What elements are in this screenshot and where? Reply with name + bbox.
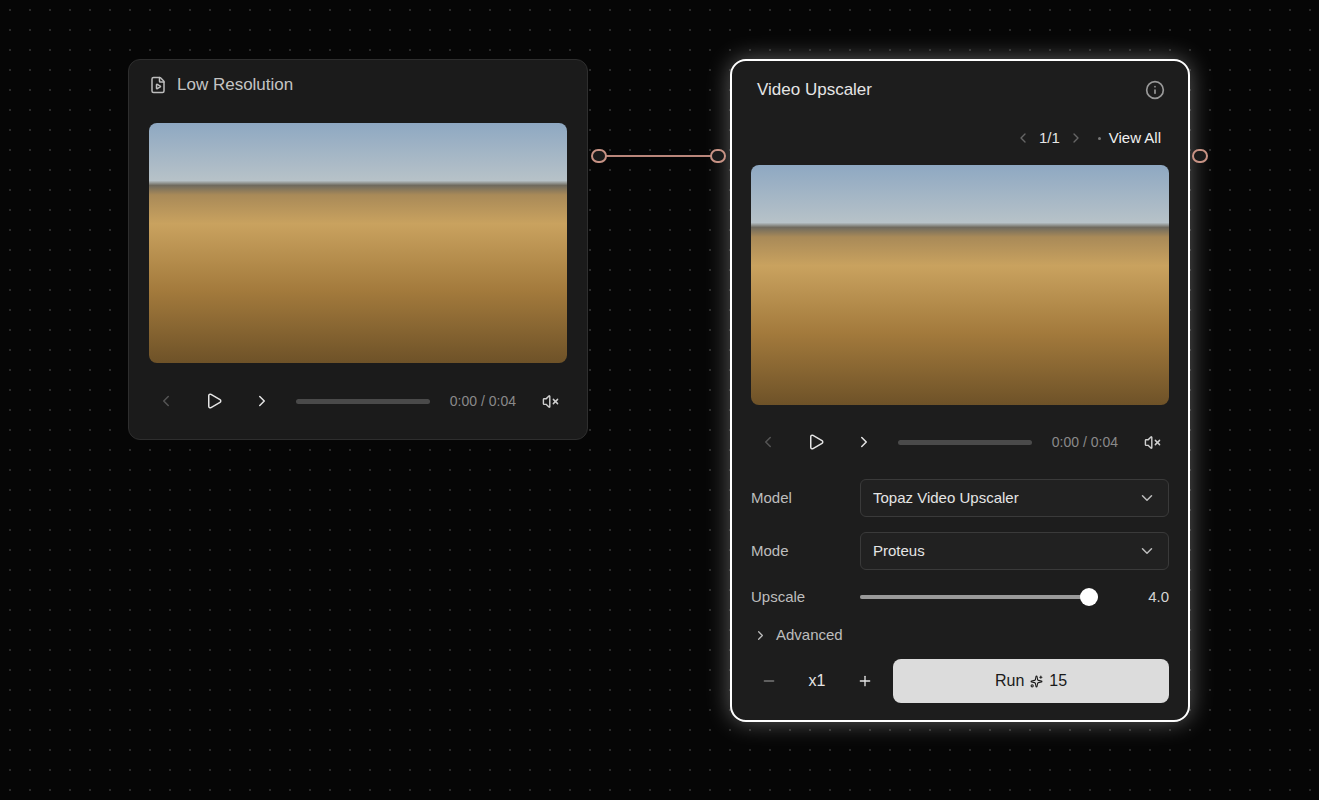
time-readout: 0:00 / 0:04 bbox=[450, 391, 516, 412]
progress-track[interactable] bbox=[296, 399, 430, 404]
node-header: Video Upscaler bbox=[751, 61, 1169, 119]
progress-track[interactable] bbox=[898, 440, 1032, 445]
play-button[interactable] bbox=[200, 387, 228, 415]
run-count: x1 bbox=[809, 669, 826, 693]
mute-button[interactable] bbox=[536, 387, 564, 415]
field-label: Upscale bbox=[751, 586, 860, 609]
connection-handle[interactable] bbox=[710, 149, 726, 163]
mute-button[interactable] bbox=[1138, 428, 1166, 456]
increment-button[interactable] bbox=[855, 671, 875, 691]
view-all-button[interactable]: View All bbox=[1109, 127, 1161, 150]
minus-icon bbox=[761, 673, 777, 689]
node-header: Low Resolution bbox=[129, 60, 587, 110]
slider-reading: 4.0 bbox=[1098, 586, 1169, 609]
run-bar: x1 Run 15 bbox=[751, 659, 1169, 703]
chevron-right-icon bbox=[855, 433, 873, 451]
chevron-down-icon bbox=[1138, 489, 1156, 507]
connection-edge bbox=[605, 155, 711, 157]
select-row: Model Topaz Video Upscaler bbox=[751, 479, 1169, 517]
connection-handle[interactable] bbox=[591, 149, 607, 163]
field-label: Model bbox=[751, 487, 860, 510]
upscaler-node[interactable]: Video Upscaler 1/1 View All 0:00 / 0:04 Mode… bbox=[730, 59, 1190, 722]
slider-thumb[interactable] bbox=[1080, 588, 1098, 606]
select-field[interactable]: Proteus bbox=[860, 532, 1169, 570]
advanced-toggle[interactable]: Advanced bbox=[751, 623, 1169, 647]
node-title: Low Resolution bbox=[177, 72, 293, 98]
muted-speaker-icon bbox=[1144, 434, 1161, 451]
video-file-icon bbox=[149, 76, 167, 94]
plus-icon bbox=[857, 673, 873, 689]
previous-frame-button[interactable] bbox=[152, 387, 180, 415]
muted-speaker-icon bbox=[542, 393, 559, 410]
controls-wrapper: 0:00 / 0:04 bbox=[751, 422, 1169, 462]
chevron-right-icon bbox=[253, 392, 271, 410]
run-button[interactable]: Run 15 bbox=[893, 659, 1169, 703]
next-frame-button[interactable] bbox=[850, 428, 878, 456]
select-value: Proteus bbox=[873, 540, 925, 563]
video-wrapper bbox=[751, 165, 1169, 405]
chevron-right-icon[interactable] bbox=[1068, 130, 1084, 146]
result-pager: 1/1 View All bbox=[751, 119, 1169, 157]
video-frame bbox=[751, 165, 1169, 405]
previous-frame-button[interactable] bbox=[754, 428, 782, 456]
advanced-label: Advanced bbox=[776, 624, 843, 647]
run-count-stepper: x1 bbox=[751, 669, 893, 693]
connection-handle[interactable] bbox=[1192, 149, 1208, 163]
decrement-button[interactable] bbox=[759, 671, 779, 691]
separator-dot bbox=[1098, 137, 1101, 140]
controls-wrapper: 0:00 / 0:04 bbox=[149, 381, 567, 421]
video-controls: 0:00 / 0:04 bbox=[751, 422, 1169, 462]
info-icon[interactable] bbox=[1145, 80, 1165, 100]
chevron-left-icon[interactable] bbox=[1015, 130, 1031, 146]
canvas[interactable]: Low Resolution 0:00 / 0:04 Video Upscaler 1… bbox=[0, 0, 1319, 800]
run-cost: 15 bbox=[1049, 669, 1067, 693]
node-title: Video Upscaler bbox=[757, 77, 872, 103]
video-wrapper bbox=[149, 123, 567, 363]
video-controls: 0:00 / 0:04 bbox=[149, 381, 567, 421]
play-button[interactable] bbox=[802, 428, 830, 456]
field-label: Mode bbox=[751, 540, 860, 563]
chevron-down-icon bbox=[1138, 542, 1156, 560]
slider-fill bbox=[860, 595, 1098, 599]
slider[interactable] bbox=[860, 588, 1098, 606]
input-node[interactable]: Low Resolution 0:00 / 0:04 bbox=[128, 59, 588, 440]
next-frame-button[interactable] bbox=[248, 387, 276, 415]
chevron-left-icon bbox=[759, 433, 777, 451]
slider-track bbox=[860, 595, 1098, 599]
play-icon bbox=[205, 392, 223, 410]
select-value: Topaz Video Upscaler bbox=[873, 487, 1019, 510]
settings: Model Topaz Video Upscaler Mode Proteus Upsc… bbox=[751, 479, 1169, 609]
chevron-left-icon bbox=[157, 392, 175, 410]
time-readout: 0:00 / 0:04 bbox=[1052, 432, 1118, 453]
video-frame bbox=[149, 123, 567, 363]
select-row: Mode Proteus bbox=[751, 532, 1169, 570]
select-field[interactable]: Topaz Video Upscaler bbox=[860, 479, 1169, 517]
pager-position: 1/1 bbox=[1039, 127, 1060, 150]
chevron-right-icon bbox=[753, 628, 768, 643]
slider-row: Upscale 4.0 bbox=[751, 585, 1169, 609]
run-label: Run bbox=[995, 669, 1024, 693]
play-icon bbox=[807, 433, 825, 451]
credits-sparkle-icon bbox=[1030, 675, 1043, 688]
